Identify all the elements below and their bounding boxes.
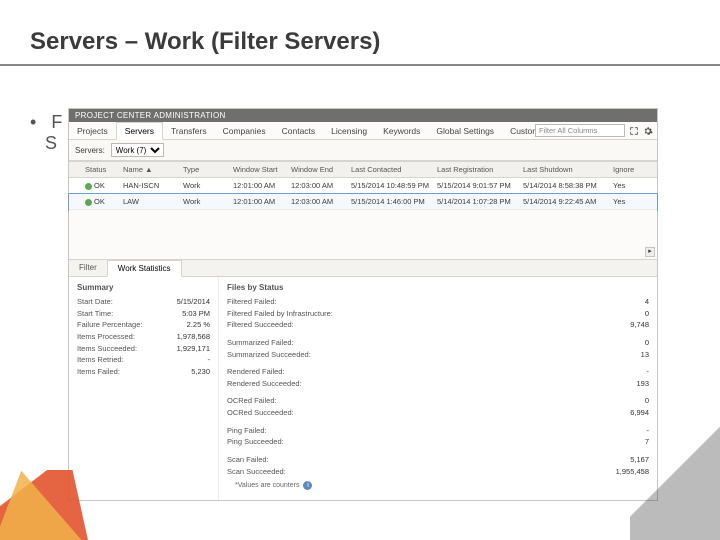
col-header[interactable]: Last Contacted — [349, 164, 435, 175]
nav-tab-transfers[interactable]: Transfers — [163, 123, 215, 139]
bullet-text-1: F — [51, 112, 62, 132]
grid-blank-area: ▸ — [69, 210, 657, 260]
sub-tabs: FilterWork Statistics — [69, 260, 657, 277]
servers-label: Servers: — [75, 146, 105, 155]
servers-toolbar: Servers: Work (7) — [69, 140, 657, 161]
cell: OK — [83, 196, 121, 207]
nav-tab-global-settings[interactable]: Global Settings — [428, 123, 502, 139]
cell: 12:03:00 AM — [289, 196, 349, 207]
cell: 12:01:00 AM — [231, 196, 289, 207]
cell: 5/15/2014 10:48:59 PM — [349, 180, 435, 191]
files-by-status-row: OCRed Succeeded:6,994 — [227, 407, 649, 419]
nav-tab-projects[interactable]: Projects — [69, 123, 116, 139]
files-by-status-row: Scan Failed:5,167 — [227, 454, 649, 466]
col-header[interactable]: Window Start — [231, 164, 289, 175]
summary-row: Items Succeeded:1,929,171 — [77, 343, 210, 355]
summary-column: Summary Start Date:5/15/2014Start Time:5… — [69, 277, 219, 500]
cell: 12:03:00 AM — [289, 180, 349, 191]
bullet-text-2: S — [45, 133, 57, 153]
summary-row: Start Time:5:03 PM — [77, 308, 210, 320]
filter-all-columns-input[interactable]: Filter All Columns — [535, 124, 625, 137]
table-row[interactable]: OKLAWWork12:01:00 AM12:03:00 AM5/15/2014… — [69, 194, 657, 210]
cell: LAW — [121, 196, 181, 207]
col-header[interactable]: Window End — [289, 164, 349, 175]
summary-row: Items Retried:- — [77, 354, 210, 366]
summary-row: Items Processed:1,978,568 — [77, 331, 210, 343]
cell: HAN-ISCN — [121, 180, 181, 191]
col-header[interactable]: Last Registration — [435, 164, 521, 175]
cell: 5/14/2014 1:07:28 PM — [435, 196, 521, 207]
summary-row: Failure Percentage:2.25 % — [77, 319, 210, 331]
cell: Yes — [611, 180, 641, 191]
grid-header: StatusName ▲TypeWindow StartWindow EndLa… — [69, 161, 657, 178]
files-by-status-row: Ping Succeeded:7 — [227, 436, 649, 448]
bullet-dot: • — [30, 112, 36, 132]
cell: 5/14/2014 8:58:38 PM — [521, 180, 611, 191]
cell: Work — [181, 196, 231, 207]
scroll-right-icon[interactable]: ▸ — [645, 247, 655, 257]
files-by-status-row: Rendered Failed:- — [227, 366, 649, 378]
summary-title: Summary — [77, 283, 210, 292]
col-header[interactable]: Ignore — [611, 164, 641, 175]
col-header[interactable]: Status — [83, 164, 121, 175]
slide-title: Servers – Work (Filter Servers) — [0, 0, 720, 66]
slide-bullet: • F S — [30, 112, 62, 154]
gear-icon[interactable] — [643, 126, 653, 136]
cell: OK — [83, 180, 121, 191]
files-by-status-row: Summarized Failed:0 — [227, 337, 649, 349]
nav-tab-licensing[interactable]: Licensing — [323, 123, 375, 139]
files-by-status-column: Files by Status Filtered Failed:4Filtere… — [219, 277, 657, 500]
status-ok-icon — [85, 183, 92, 190]
cell — [69, 185, 83, 187]
cell — [69, 201, 83, 203]
nav-tab-companies[interactable]: Companies — [215, 123, 274, 139]
col-header[interactable]: Name ▲ — [121, 164, 181, 175]
files-by-status-row: OCRed Failed:0 — [227, 395, 649, 407]
files-by-status-row: Filtered Succeeded:9,748 — [227, 319, 649, 331]
cell: Yes — [611, 196, 641, 207]
summary-row: Start Date:5/15/2014 — [77, 296, 210, 308]
cell: Work — [181, 180, 231, 191]
subtab-work-statistics[interactable]: Work Statistics — [107, 260, 182, 277]
files-by-status-title: Files by Status — [227, 283, 649, 292]
grid-body: OKHAN-ISCNWork12:01:00 AM12:03:00 AM5/15… — [69, 178, 657, 210]
files-by-status-row: Filtered Failed by Infrastructure:0 — [227, 308, 649, 320]
col-header — [69, 169, 83, 171]
nav-tab-servers[interactable]: Servers — [116, 122, 163, 140]
cell: 12:01:00 AM — [231, 180, 289, 191]
decorative-prism — [0, 470, 90, 540]
expand-icon[interactable] — [629, 126, 639, 136]
app-header: PROJECT CENTER ADMINISTRATION — [69, 109, 657, 122]
main-nav: ProjectsServersTransfersCompaniesContact… — [69, 122, 657, 140]
status-ok-icon — [85, 199, 92, 206]
files-by-status-row: Ping Failed:- — [227, 425, 649, 437]
nav-tab-contacts[interactable]: Contacts — [274, 123, 324, 139]
cell: 5/15/2014 1:46:00 PM — [349, 196, 435, 207]
files-by-status-row: Scan Succeeded:1,955,458 — [227, 466, 649, 478]
subtab-filter[interactable]: Filter — [69, 260, 107, 276]
files-by-status-row: Rendered Succeeded:193 — [227, 378, 649, 390]
col-header[interactable]: Last Shutdown — [521, 164, 611, 175]
table-row[interactable]: OKHAN-ISCNWork12:01:00 AM12:03:00 AM5/15… — [69, 178, 657, 194]
decorative-watermark — [630, 410, 720, 540]
info-icon[interactable]: i — [303, 481, 312, 490]
nav-tab-keywords[interactable]: Keywords — [375, 123, 428, 139]
counters-footnote: *Values are counters i — [227, 477, 649, 494]
admin-app-window: PROJECT CENTER ADMINISTRATION ProjectsSe… — [68, 108, 658, 501]
cell: 5/15/2014 9:01:57 PM — [435, 180, 521, 191]
files-by-status-row: Summarized Succeeded:13 — [227, 349, 649, 361]
work-statistics-panel: Summary Start Date:5/15/2014Start Time:5… — [69, 277, 657, 500]
cell: 5/14/2014 9:22:45 AM — [521, 196, 611, 207]
servers-select[interactable]: Work (7) — [111, 143, 164, 157]
files-by-status-row: Filtered Failed:4 — [227, 296, 649, 308]
col-header[interactable]: Type — [181, 164, 231, 175]
summary-row: Items Failed:5,230 — [77, 366, 210, 378]
